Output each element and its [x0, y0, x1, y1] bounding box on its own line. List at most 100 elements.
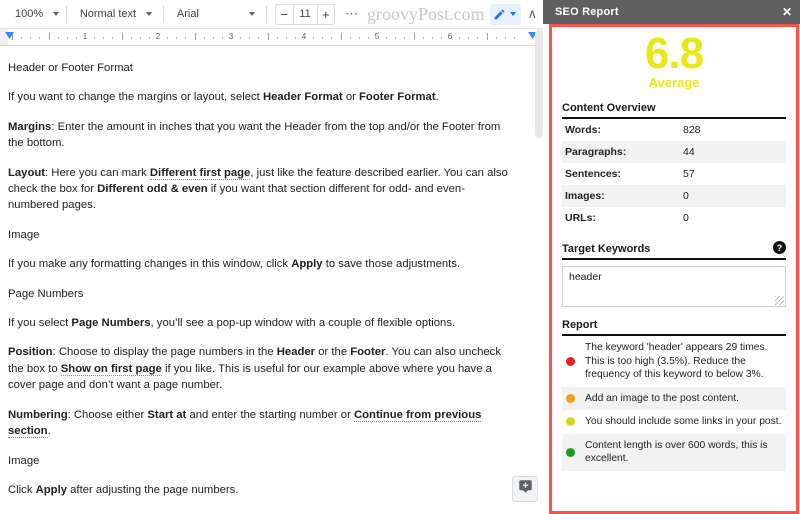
ruler-tick: [422, 37, 424, 39]
ruler-tick: [440, 37, 442, 39]
ruler-tick: [267, 33, 269, 40]
ruler-tick: [94, 37, 96, 39]
document-paragraph: Image: [8, 454, 40, 467]
status-dot-icon: [566, 356, 575, 366]
ruler-tick: [504, 37, 506, 39]
status-dot-icon: [566, 417, 575, 427]
ruler-number: 2: [155, 32, 161, 41]
ruler-tick: [349, 37, 351, 39]
document-paragraph: Page Numbers: [8, 287, 84, 300]
ruler-tick: [395, 37, 397, 39]
ruler-number: 6: [447, 32, 453, 41]
ruler-tick: [459, 37, 461, 39]
document-page[interactable]: Header or Footer Format If you want to ch…: [0, 46, 543, 514]
ruler-number: 5: [374, 32, 380, 41]
ruler[interactable]: 1 2 3 4 5 6: [0, 29, 543, 46]
pen-icon: [493, 8, 506, 21]
increase-font-size-button[interactable]: +: [318, 5, 334, 24]
seo-score-value: 6.8: [644, 29, 704, 78]
ruler-tick: [21, 37, 23, 39]
seo-score: 6.8 Average: [562, 27, 786, 91]
zoom-value: 100%: [15, 8, 44, 20]
seo-report-panel: SEO Report ✕ 6.8 Average Content Overvie…: [543, 0, 800, 514]
document-paragraph: Numbering: Choose either Start at and en…: [8, 408, 482, 439]
ruler-tick: [358, 37, 360, 39]
editing-mode-button[interactable]: [490, 3, 522, 25]
content-overview-value: 0: [683, 212, 689, 224]
ruler-tick: [176, 37, 178, 39]
add-comment-button[interactable]: [512, 476, 538, 502]
content-overview-label: Words:: [565, 124, 601, 136]
comment-plus-icon: [518, 479, 533, 499]
ruler-number: 3: [228, 32, 234, 41]
chevron-down-icon: [53, 12, 60, 16]
content-overview-label: Paragraphs:: [565, 146, 627, 158]
document-paragraph: Image: [8, 228, 40, 241]
ruler-tick: [513, 37, 515, 39]
ruler-tick: [185, 37, 187, 39]
resize-handle-icon[interactable]: [775, 296, 784, 305]
ruler-tick: [194, 33, 196, 40]
zoom-select[interactable]: 100%: [6, 3, 62, 25]
ruler-tick: [313, 37, 315, 39]
document-paragraph: If you select Page Numbers, you’ll see a…: [8, 317, 456, 330]
vertical-scrollbar[interactable]: [535, 30, 543, 138]
font-value: Arial: [176, 8, 199, 20]
content-overview-heading-text: Content Overview: [562, 102, 656, 114]
ruler-tick: [495, 37, 497, 39]
more-options-icon[interactable]: ⋯: [339, 6, 365, 22]
seo-score-label: Average: [648, 75, 700, 90]
content-overview-row: URLs: 0: [562, 207, 786, 229]
report-item-text: Content length is over 600 words, this i…: [585, 439, 768, 465]
ruler-tick: [130, 37, 132, 39]
ruler-tick: [139, 37, 141, 39]
document-paragraph: Header or Footer Format: [8, 62, 133, 74]
ruler-tick: [48, 33, 50, 40]
content-overview-value: 0: [683, 190, 689, 202]
ruler-tick: [148, 37, 150, 39]
ruler-tick: [167, 37, 169, 39]
watermark-label: groovyPost.com: [366, 3, 485, 24]
ruler-tick: [386, 37, 388, 39]
ruler-tick: [112, 37, 114, 39]
report-item-text: The keyword 'header' appears 29 times. T…: [585, 342, 768, 380]
font-select[interactable]: Arial: [168, 3, 262, 25]
seo-panel-title: SEO Report: [555, 6, 619, 18]
ruler-tick: [203, 37, 205, 39]
document-editor: 100% Normal text Arial − 11 + ⋯ groovyPo…: [0, 0, 543, 514]
collapse-toolbar-button[interactable]: ∧: [527, 6, 543, 22]
content-overview-row: Paragraphs: 44: [562, 141, 786, 163]
document-paragraph: Layout: Here you can mark Different firs…: [8, 166, 508, 212]
ruler-tick: [404, 37, 406, 39]
content-overview-value: 57: [683, 168, 695, 180]
report-heading: Report: [562, 319, 786, 336]
report-item-text: You should include some links in your po…: [585, 416, 782, 427]
toolbar-divider: [66, 5, 67, 23]
ruler-tick: [221, 37, 223, 39]
ruler-tick: [258, 37, 260, 39]
status-dot-icon: [566, 447, 575, 457]
ruler-tick: [240, 37, 242, 39]
chevron-down-icon: [510, 12, 517, 16]
ruler-tick: [322, 37, 324, 39]
report-item: You should include some links in your po…: [562, 410, 786, 434]
decrease-font-size-button[interactable]: −: [276, 5, 292, 24]
paragraph-style-value: Normal text: [79, 8, 137, 20]
ruler-tick: [285, 37, 287, 39]
report-list: The keyword 'header' appears 29 times. T…: [552, 336, 796, 471]
document-paragraph: Click Apply after adjusting the page num…: [8, 483, 239, 496]
close-icon[interactable]: ✕: [782, 6, 792, 18]
content-overview-row: Images: 0: [562, 185, 786, 207]
paragraph-style-select[interactable]: Normal text: [71, 3, 159, 25]
content-overview-row: Words: 828: [562, 119, 786, 141]
ruler-tick: [276, 37, 278, 39]
document-paragraph: If you want to change the margins or lay…: [8, 91, 439, 104]
font-size-value[interactable]: 11: [292, 4, 318, 24]
seo-panel-body: 6.8 Average Content Overview Words: 828 Pa…: [549, 24, 799, 514]
target-keywords-input[interactable]: header: [562, 266, 786, 307]
font-size-stepper[interactable]: − 11 +: [275, 3, 335, 25]
help-icon[interactable]: ?: [773, 241, 786, 254]
ruler-tick: [431, 37, 433, 39]
ruler-tick: [75, 37, 77, 39]
document-paragraph: Position: Choose to display the page num…: [8, 346, 501, 392]
